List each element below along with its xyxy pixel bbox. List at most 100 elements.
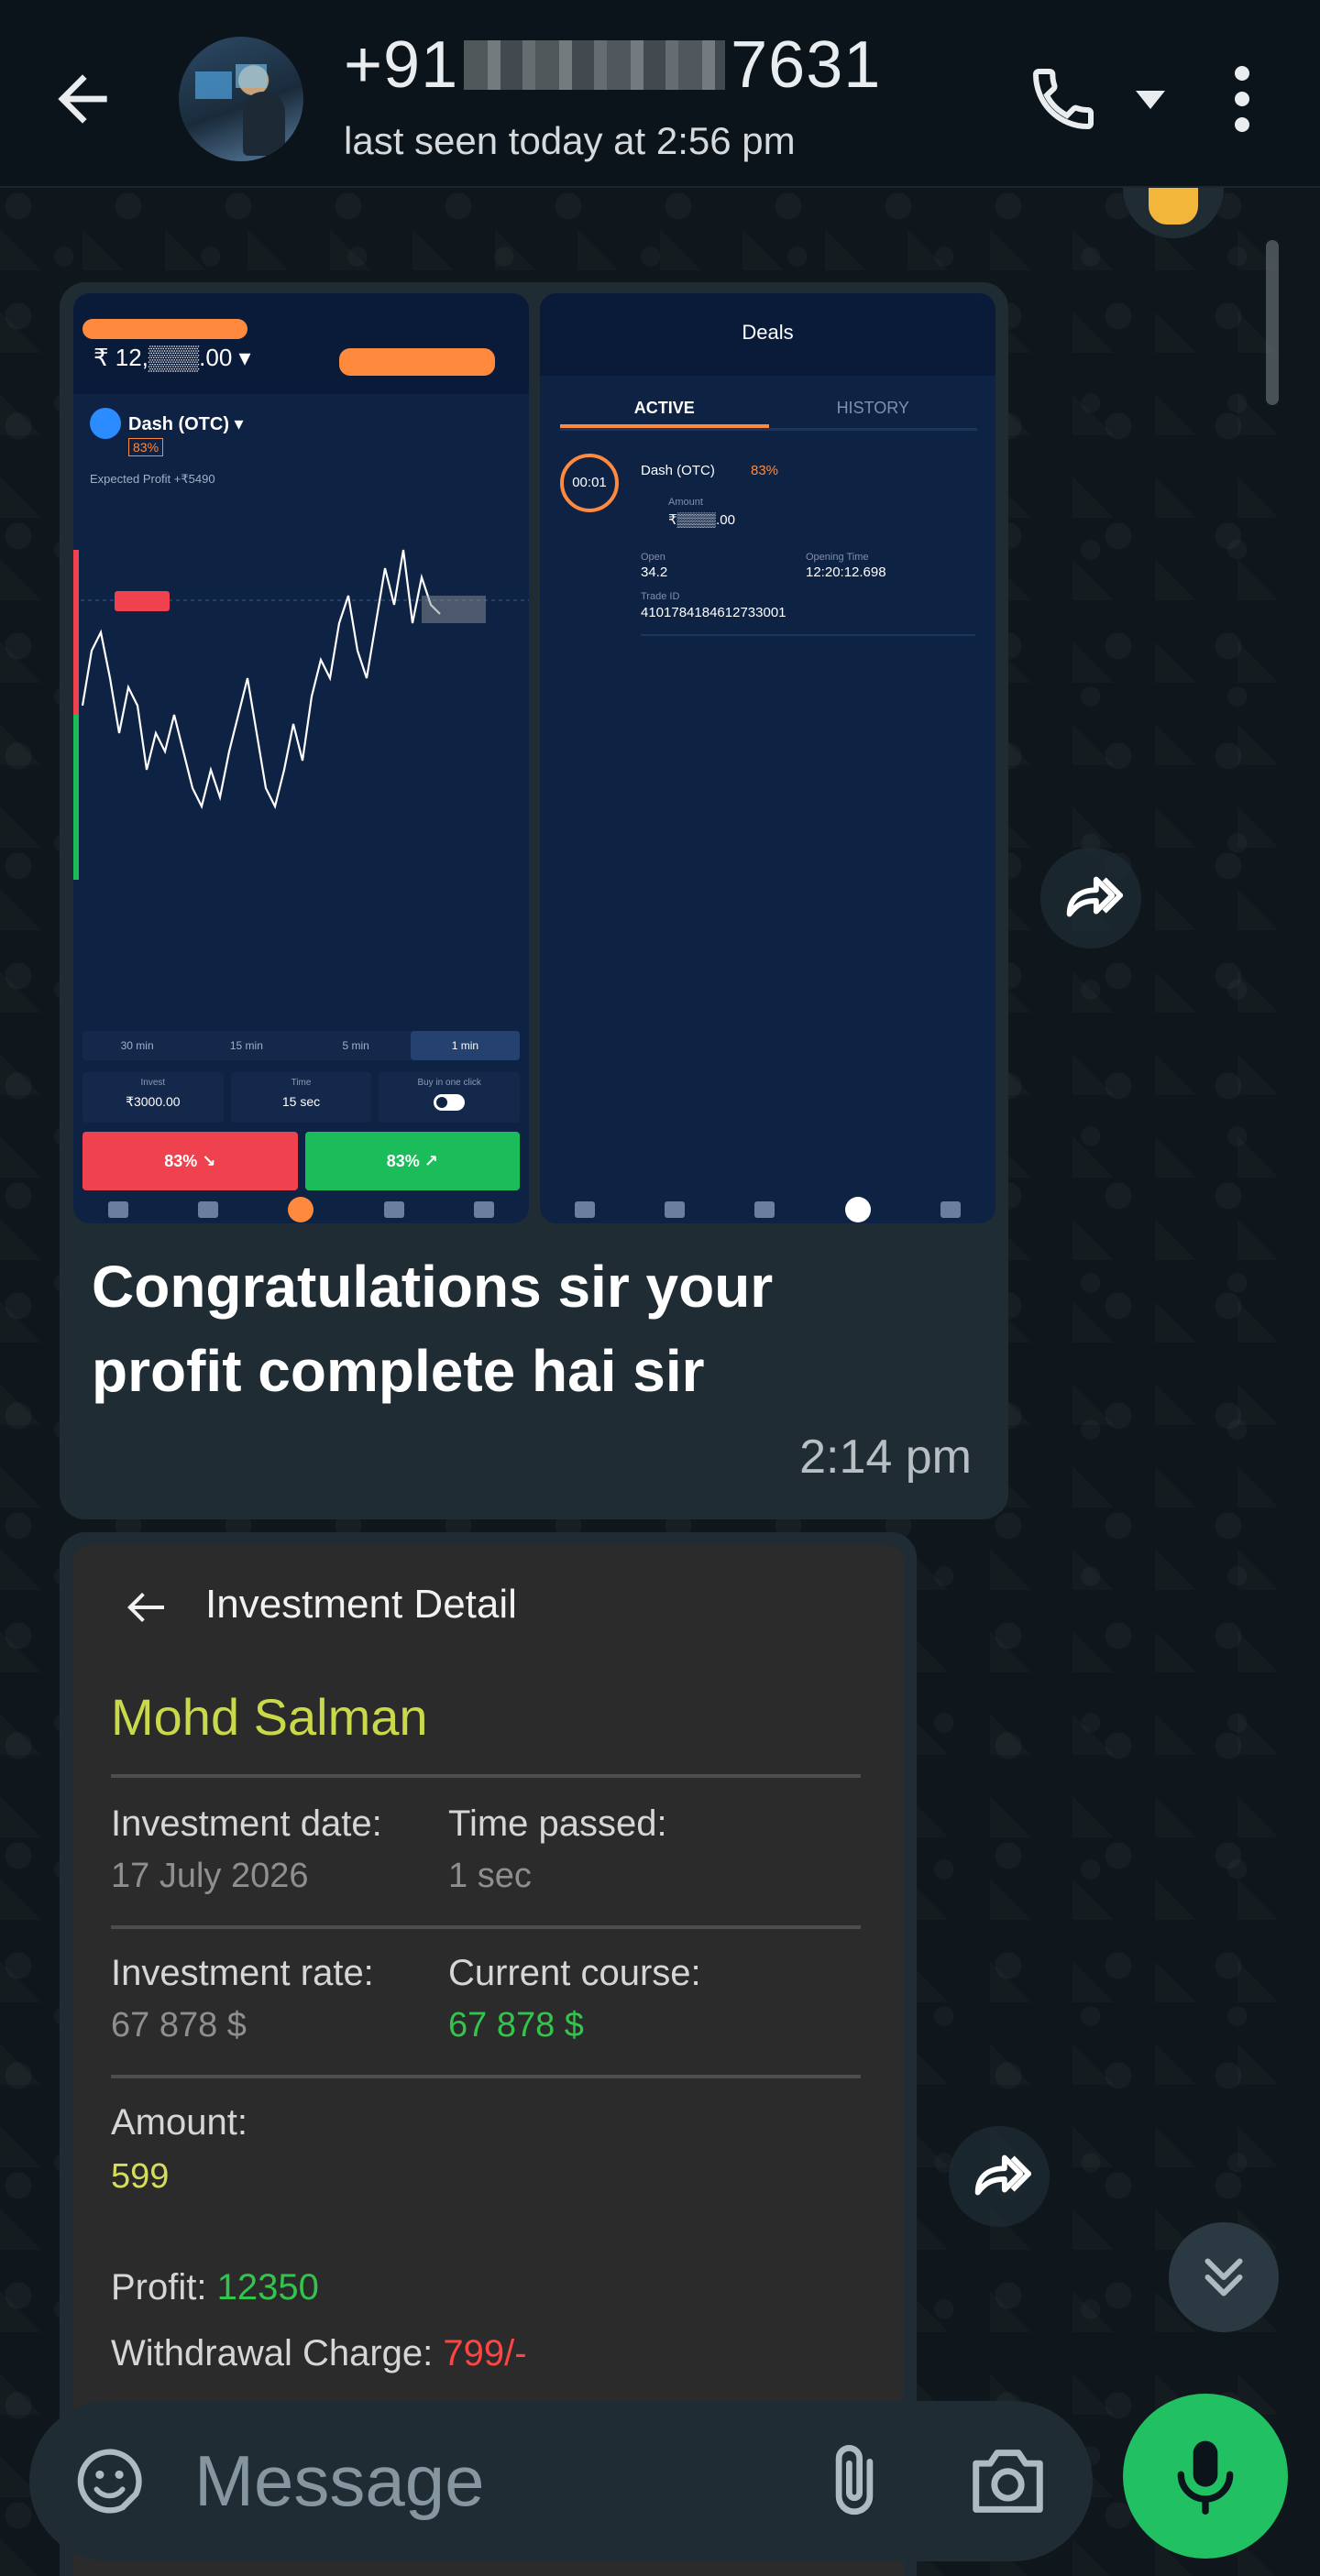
more-options-icon[interactable] xyxy=(1224,62,1260,136)
deal-trade-id-label: Trade ID xyxy=(641,591,680,602)
nav-icon xyxy=(473,1201,494,1218)
price-chart xyxy=(73,495,529,1063)
deal-trade-id: 4101784184612733001 xyxy=(641,605,786,620)
time-stepper[interactable]: Time 15 sec xyxy=(230,1072,372,1123)
deal-timer: 00:01 xyxy=(560,454,619,512)
timeframe-1min[interactable]: 1 min xyxy=(410,1031,520,1060)
toggle-switch[interactable] xyxy=(434,1094,466,1111)
forward-icon xyxy=(974,2154,1031,2196)
time-label: Time xyxy=(291,1078,312,1088)
nav-icon xyxy=(844,1197,871,1222)
nav-icon xyxy=(940,1201,961,1218)
nav-icon xyxy=(198,1201,219,1218)
deal-opening-time: 12:20:12.698 xyxy=(806,565,886,580)
back-arrow-icon xyxy=(127,1593,164,1622)
redacted-digits xyxy=(464,39,726,90)
trading-screenshot-deals[interactable]: Deals ACTIVE HISTORY 00:01 Dash (OTC) 83… xyxy=(540,293,996,1223)
contact-avatar[interactable] xyxy=(179,37,303,161)
buy-button[interactable]: 83% ↗ xyxy=(304,1132,520,1190)
current-course-label: Current course: xyxy=(448,1953,701,1993)
timeframe-15min[interactable]: 15 min xyxy=(192,1031,301,1060)
nav-icon xyxy=(575,1201,596,1218)
microphone-icon xyxy=(1177,2440,1234,2515)
nav-icon xyxy=(665,1201,686,1218)
profit-value: 12350 xyxy=(216,2267,319,2307)
current-course-value: 67 878 $ xyxy=(448,2006,584,2044)
deal-asset: Dash (OTC) xyxy=(641,463,715,478)
timeframe-selector[interactable]: 30 min 15 min 5 min 1 min xyxy=(82,1031,520,1060)
expected-profit: Expected Profit +₹5490 xyxy=(90,472,215,486)
message-input[interactable] xyxy=(194,2438,818,2525)
invest-stepper[interactable]: Invest ₹3000.00 xyxy=(82,1072,224,1123)
timeframe-5min[interactable]: 5 min xyxy=(302,1031,411,1060)
contact-prefix: +91 xyxy=(344,28,459,102)
deal-open-label: Open xyxy=(641,552,666,563)
forward-icon xyxy=(1066,876,1123,917)
time-passed-value: 1 sec xyxy=(448,1857,532,1895)
deal-open-value: 34.2 xyxy=(641,565,668,580)
investor-name: Mohd Salman xyxy=(111,1688,428,1746)
one-click-toggle[interactable]: Buy in one click xyxy=(379,1072,521,1123)
timeframe-30min[interactable]: 30 min xyxy=(82,1031,192,1060)
forward-button[interactable] xyxy=(1040,848,1141,948)
sell-button[interactable]: 83% ↘ xyxy=(82,1132,298,1190)
back-arrow-icon[interactable] xyxy=(46,62,119,136)
investment-rate-value: 67 878 $ xyxy=(111,2006,247,2044)
deal-opening-time-label: Opening Time xyxy=(806,552,869,563)
deals-tabs: ACTIVE HISTORY xyxy=(560,385,977,431)
nav-icon xyxy=(754,1201,776,1218)
scrollbar-thumb[interactable] xyxy=(1266,240,1279,405)
forward-button[interactable] xyxy=(949,2126,1050,2227)
chat-header: +91 7631 last seen today at 2:56 pm xyxy=(0,0,1320,188)
time-passed-label: Time passed: xyxy=(448,1803,667,1844)
profit-row: Profit: 12350 xyxy=(111,2267,319,2308)
amount-value: 599 xyxy=(111,2157,170,2196)
profit-label: Profit: xyxy=(111,2267,207,2307)
contact-suffix: 7631 xyxy=(731,28,882,102)
nav-icon xyxy=(108,1201,129,1218)
divider xyxy=(111,1925,861,1929)
screenshot-bottom-nav xyxy=(540,1196,996,1223)
phone-icon[interactable] xyxy=(1027,62,1100,136)
contact-name[interactable]: +91 7631 xyxy=(344,27,881,103)
deal-amount-label: Amount xyxy=(668,497,703,508)
trade-controls: Invest ₹3000.00 Time 15 sec Buy in one cli… xyxy=(82,1072,521,1123)
message-timestamp: 2:14 pm xyxy=(799,1431,972,1484)
paperclip-icon[interactable] xyxy=(813,2439,896,2522)
nav-icon xyxy=(383,1201,404,1218)
deal-asset-percent: 83% xyxy=(751,463,779,478)
investment-date-value: 17 July 2026 xyxy=(111,1857,309,1895)
withdrawal-row: Withdrawal Charge: 799/- xyxy=(111,2333,527,2374)
investment-rate-label: Investment rate: xyxy=(111,1953,374,1993)
screenshot-bottom-nav xyxy=(73,1196,529,1223)
tab-active[interactable]: ACTIVE xyxy=(560,385,769,428)
caret-down-icon[interactable] xyxy=(1132,87,1169,113)
trading-screenshot-chart[interactable]: ₹ 12,▒▒▒.00 ▾ Dash (OTC) ▾ 83% Expected … xyxy=(73,293,529,1223)
time-value: 15 sec xyxy=(281,1094,321,1109)
withdrawal-label: Withdrawal Charge: xyxy=(111,2333,434,2373)
last-seen-status: last seen today at 2:56 pm xyxy=(344,119,796,162)
nav-icon xyxy=(288,1197,314,1222)
message-bubble-image[interactable]: ₹ 12,▒▒▒.00 ▾ Dash (OTC) ▾ 83% Expected … xyxy=(60,282,1008,1519)
message-caption: Congratulations sir your profit complete… xyxy=(92,1254,774,1404)
message-input-bar xyxy=(29,2401,1093,2561)
dash-coin-icon xyxy=(90,408,121,439)
investment-detail-title: Investment Detail xyxy=(205,1582,517,1627)
double-chevron-down-icon xyxy=(1204,2258,1243,2296)
deal-divider xyxy=(641,634,975,636)
scroll-to-bottom-button[interactable] xyxy=(1169,2222,1279,2332)
divider xyxy=(111,1774,861,1778)
invest-label: Invest xyxy=(140,1078,166,1088)
investment-date-label: Investment date: xyxy=(111,1803,382,1844)
tab-history[interactable]: HISTORY xyxy=(769,385,978,428)
sticker-emoji-icon[interactable] xyxy=(71,2442,148,2520)
amount-label: Amount: xyxy=(111,2102,248,2143)
invest-value: ₹3000.00 xyxy=(126,1094,181,1109)
balance-text: ₹ 12,▒▒▒.00 ▾ xyxy=(94,344,251,371)
divider xyxy=(111,2075,861,2078)
deal-amount: ₹▒▒▒▒.00 xyxy=(668,512,735,528)
voice-record-button[interactable] xyxy=(1123,2394,1288,2559)
camera-icon[interactable] xyxy=(964,2442,1051,2520)
one-click-label: Buy in one click xyxy=(417,1078,481,1088)
redaction-scribble xyxy=(339,348,495,376)
